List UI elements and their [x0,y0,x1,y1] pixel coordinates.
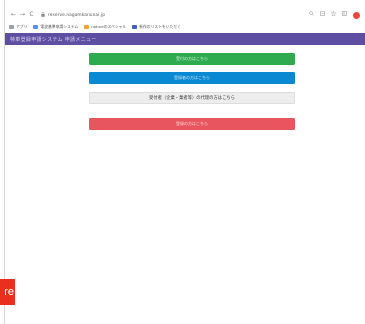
site-icon [33,24,39,29]
bookmark-label: 新作のリストをいただく [139,23,181,29]
page: ← → C reserve.nagamkanunai.jp アプリ 電波基準申請… [0,0,365,324]
browser-toolbar: ← → C reserve.nagamkanunai.jp [5,9,365,21]
bookmark-label: natureのスペシャル [91,23,127,29]
address-bar[interactable]: reserve.nagamkanunai.jp [41,10,331,20]
reception-button-label: 受付の方はこちら [176,56,208,61]
sidebar-icon[interactable] [342,9,347,21]
bookmarks-bar: アプリ 電波基準申請システム natureのスペシャル 新作のリストをいただく [5,22,365,31]
forward-icon[interactable]: → [18,9,27,21]
apps-icon [9,24,14,29]
star-icon[interactable] [330,9,337,21]
proxy-button-label: 受付者（企業・業者等）の代理の方はこちら [149,96,235,101]
bookmark-apps[interactable]: アプリ [9,24,27,30]
reception-button[interactable]: 受付の方はこちら [89,53,295,65]
registrant-button[interactable]: 登録者の方はこちら [89,72,295,84]
corner-tab-text: re [4,285,14,298]
toolbar-actions [309,9,360,21]
reload-icon[interactable]: C [27,9,36,21]
bookmark-item[interactable]: natureのスペシャル [84,24,126,30]
bookmark-label: アプリ [16,23,28,29]
bookmark-item[interactable]: 電波基準申請システム [33,24,78,30]
corner-tab: re [0,279,15,305]
url-text: reserve.nagamkanunai.jp [48,12,106,18]
page-title: 特車登録申請システム 申請メニュー [10,36,97,43]
bookmark-label: 電波基準申請システム [40,23,79,29]
profile-avatar[interactable] [353,11,360,19]
app-header: 特車登録申請システム 申請メニュー [5,33,365,45]
registrant-button-label: 登録者の方はこちら [174,75,210,80]
browser-window: ← → C reserve.nagamkanunai.jp アプリ 電波基準申請… [4,0,365,324]
back-icon[interactable]: ← [9,9,18,21]
site-icon [84,24,90,29]
proxy-button[interactable]: 受付者（企業・業者等）の代理の方はこちら [89,92,295,104]
share-icon[interactable] [320,9,325,21]
registration-button-label: 登録の方はこちら [176,121,208,126]
search-icon[interactable] [309,9,314,21]
lock-icon [41,11,45,19]
site-icon [132,24,138,29]
registration-button[interactable]: 登録の方はこちら [89,118,295,130]
bookmark-item[interactable]: 新作のリストをいただく [132,24,181,30]
